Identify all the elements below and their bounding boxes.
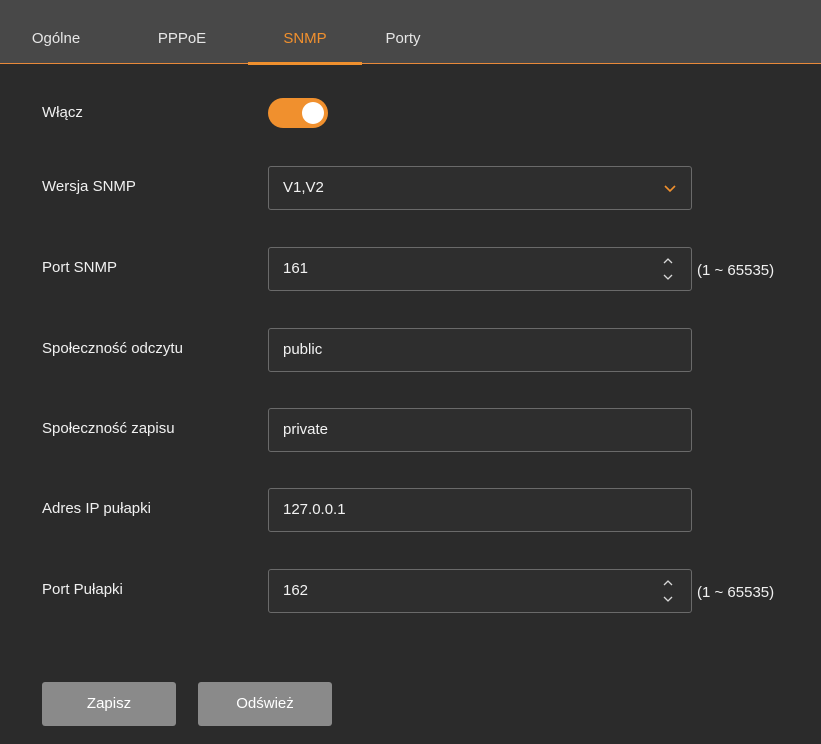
snmp-version-value: V1,V2 bbox=[283, 179, 324, 196]
tab-pppoe[interactable]: PPPoE bbox=[140, 0, 224, 64]
chevron-down-icon bbox=[663, 167, 677, 209]
trap-port-input[interactable]: 162 bbox=[268, 569, 692, 613]
write-community-label: Społeczność zapisu bbox=[42, 420, 175, 437]
toggle-knob bbox=[302, 102, 324, 124]
snmp-port-input[interactable]: 161 bbox=[268, 247, 692, 291]
snmp-version-select[interactable]: V1,V2 bbox=[268, 166, 692, 210]
snmp-port-value: 161 bbox=[283, 260, 309, 277]
enable-label: Włącz bbox=[42, 104, 83, 121]
snmp-version-label: Wersja SNMP bbox=[42, 178, 136, 195]
trap-ip-label: Adres IP pułapki bbox=[42, 500, 151, 517]
trap-ip-value: 127.0.0.1 bbox=[283, 501, 346, 518]
trap-port-label: Port Pułapki bbox=[42, 581, 123, 598]
trap-port-value: 162 bbox=[283, 582, 309, 599]
refresh-button[interactable]: Odśwież bbox=[198, 682, 332, 726]
read-community-value: public bbox=[283, 341, 323, 358]
snmp-port-range: (1 ~ 65535) bbox=[697, 262, 775, 279]
tab-bar: Ogólne PPPoE SNMP Porty bbox=[0, 0, 821, 65]
tab-snmp[interactable]: SNMP bbox=[248, 0, 362, 65]
tab-general[interactable]: Ogólne bbox=[22, 0, 90, 64]
write-community-input[interactable]: private bbox=[268, 408, 692, 452]
spinner-arrows-icon[interactable] bbox=[661, 573, 675, 609]
trap-port-range: (1 ~ 65535) bbox=[697, 584, 775, 601]
read-community-input[interactable]: public bbox=[268, 328, 692, 372]
read-community-label: Społeczność odczytu bbox=[42, 340, 183, 357]
spinner-arrows-icon[interactable] bbox=[661, 251, 675, 287]
enable-toggle[interactable] bbox=[268, 98, 328, 128]
snmp-settings-panel: Ogólne PPPoE SNMP Porty Włącz Wersja SNM… bbox=[0, 0, 821, 744]
tab-ports[interactable]: Porty bbox=[372, 0, 434, 64]
save-button[interactable]: Zapisz bbox=[42, 682, 176, 726]
trap-ip-input[interactable]: 127.0.0.1 bbox=[268, 488, 692, 532]
write-community-value: private bbox=[283, 421, 329, 438]
snmp-port-label: Port SNMP bbox=[42, 259, 118, 276]
